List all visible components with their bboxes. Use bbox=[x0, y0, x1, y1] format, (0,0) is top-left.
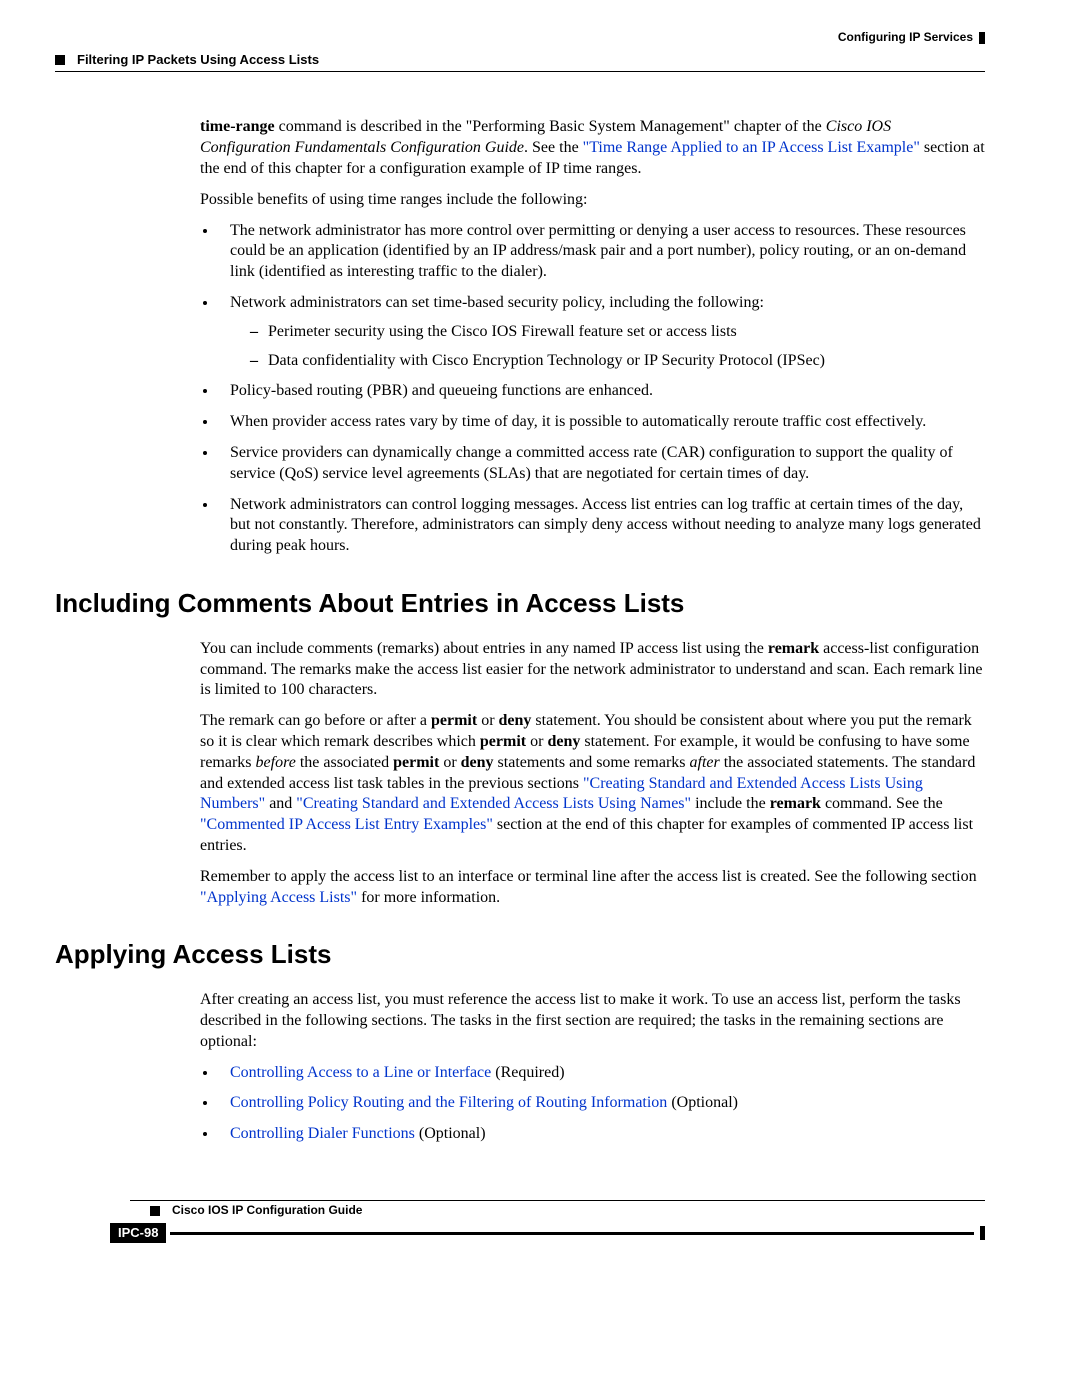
link-applying-access-lists[interactable]: "Applying Access Lists" bbox=[200, 889, 357, 906]
running-head-right: Configuring IP Services bbox=[55, 30, 985, 46]
running-head-left: Filtering IP Packets Using Access Lists bbox=[55, 52, 985, 69]
list-item: Controlling Access to a Line or Interfac… bbox=[218, 1063, 985, 1084]
list-item: Controlling Dialer Functions (Optional) bbox=[218, 1124, 985, 1145]
bullet-list: Controlling Access to a Line or Interfac… bbox=[200, 1063, 985, 1145]
header-square-icon bbox=[55, 55, 65, 65]
header-marker-icon bbox=[979, 32, 985, 44]
list-item: Controlling Policy Routing and the Filte… bbox=[218, 1093, 985, 1114]
link-named-acls[interactable]: "Creating Standard and Extended Access L… bbox=[296, 795, 691, 812]
footer-guide: Cisco IOS IP Configuration Guide bbox=[150, 1203, 985, 1219]
list-item: Perimeter security using the Cisco IOS F… bbox=[250, 322, 985, 343]
footer-thick-rule bbox=[170, 1232, 974, 1235]
link-policy-routing[interactable]: Controlling Policy Routing and the Filte… bbox=[230, 1094, 667, 1111]
list-item: Policy-based routing (PBR) and queueing … bbox=[218, 381, 985, 402]
footer-bar: IPC-98 bbox=[110, 1223, 985, 1244]
heading-applying: Applying Access Lists bbox=[55, 938, 985, 972]
footer-square-icon bbox=[150, 1206, 160, 1216]
list-item: Service providers can dynamically change… bbox=[218, 443, 985, 485]
paragraph: The remark can go before or after a perm… bbox=[200, 711, 985, 857]
link-dialer-functions[interactable]: Controlling Dialer Functions bbox=[230, 1125, 415, 1142]
section-body: After creating an access list, you must … bbox=[200, 990, 985, 1145]
paragraph: Remember to apply the access list to an … bbox=[200, 867, 985, 909]
paragraph: Possible benefits of using time ranges i… bbox=[200, 190, 985, 211]
header-rule bbox=[55, 71, 985, 72]
heading-comments: Including Comments About Entries in Acce… bbox=[55, 587, 985, 621]
section-body: You can include comments (remarks) about… bbox=[200, 639, 985, 909]
page-number: IPC-98 bbox=[110, 1223, 166, 1244]
link-commented-examples[interactable]: "Commented IP Access List Entry Examples… bbox=[200, 816, 493, 833]
paragraph: You can include comments (remarks) about… bbox=[200, 639, 985, 701]
sub-list: Perimeter security using the Cisco IOS F… bbox=[250, 322, 985, 372]
paragraph: time-range command is described in the "… bbox=[200, 117, 985, 179]
link-line-interface[interactable]: Controlling Access to a Line or Interfac… bbox=[230, 1064, 491, 1081]
link-time-range-example[interactable]: "Time Range Applied to an IP Access List… bbox=[583, 139, 920, 156]
section-title: Filtering IP Packets Using Access Lists bbox=[77, 52, 319, 67]
body-content: time-range command is described in the "… bbox=[200, 117, 985, 557]
bullet-list: The network administrator has more contr… bbox=[200, 221, 985, 557]
list-item: Data confidentiality with Cisco Encrypti… bbox=[250, 351, 985, 372]
list-item: The network administrator has more contr… bbox=[218, 221, 985, 283]
footer-rule bbox=[130, 1200, 985, 1201]
paragraph: After creating an access list, you must … bbox=[200, 990, 985, 1052]
footer-end-marker-icon bbox=[980, 1226, 985, 1240]
chapter-title: Configuring IP Services bbox=[838, 30, 973, 44]
list-item: Network administrators can set time-base… bbox=[218, 293, 985, 371]
list-item: Network administrators can control loggi… bbox=[218, 495, 985, 557]
cmd: time-range bbox=[200, 118, 275, 135]
list-item: When provider access rates vary by time … bbox=[218, 412, 985, 433]
